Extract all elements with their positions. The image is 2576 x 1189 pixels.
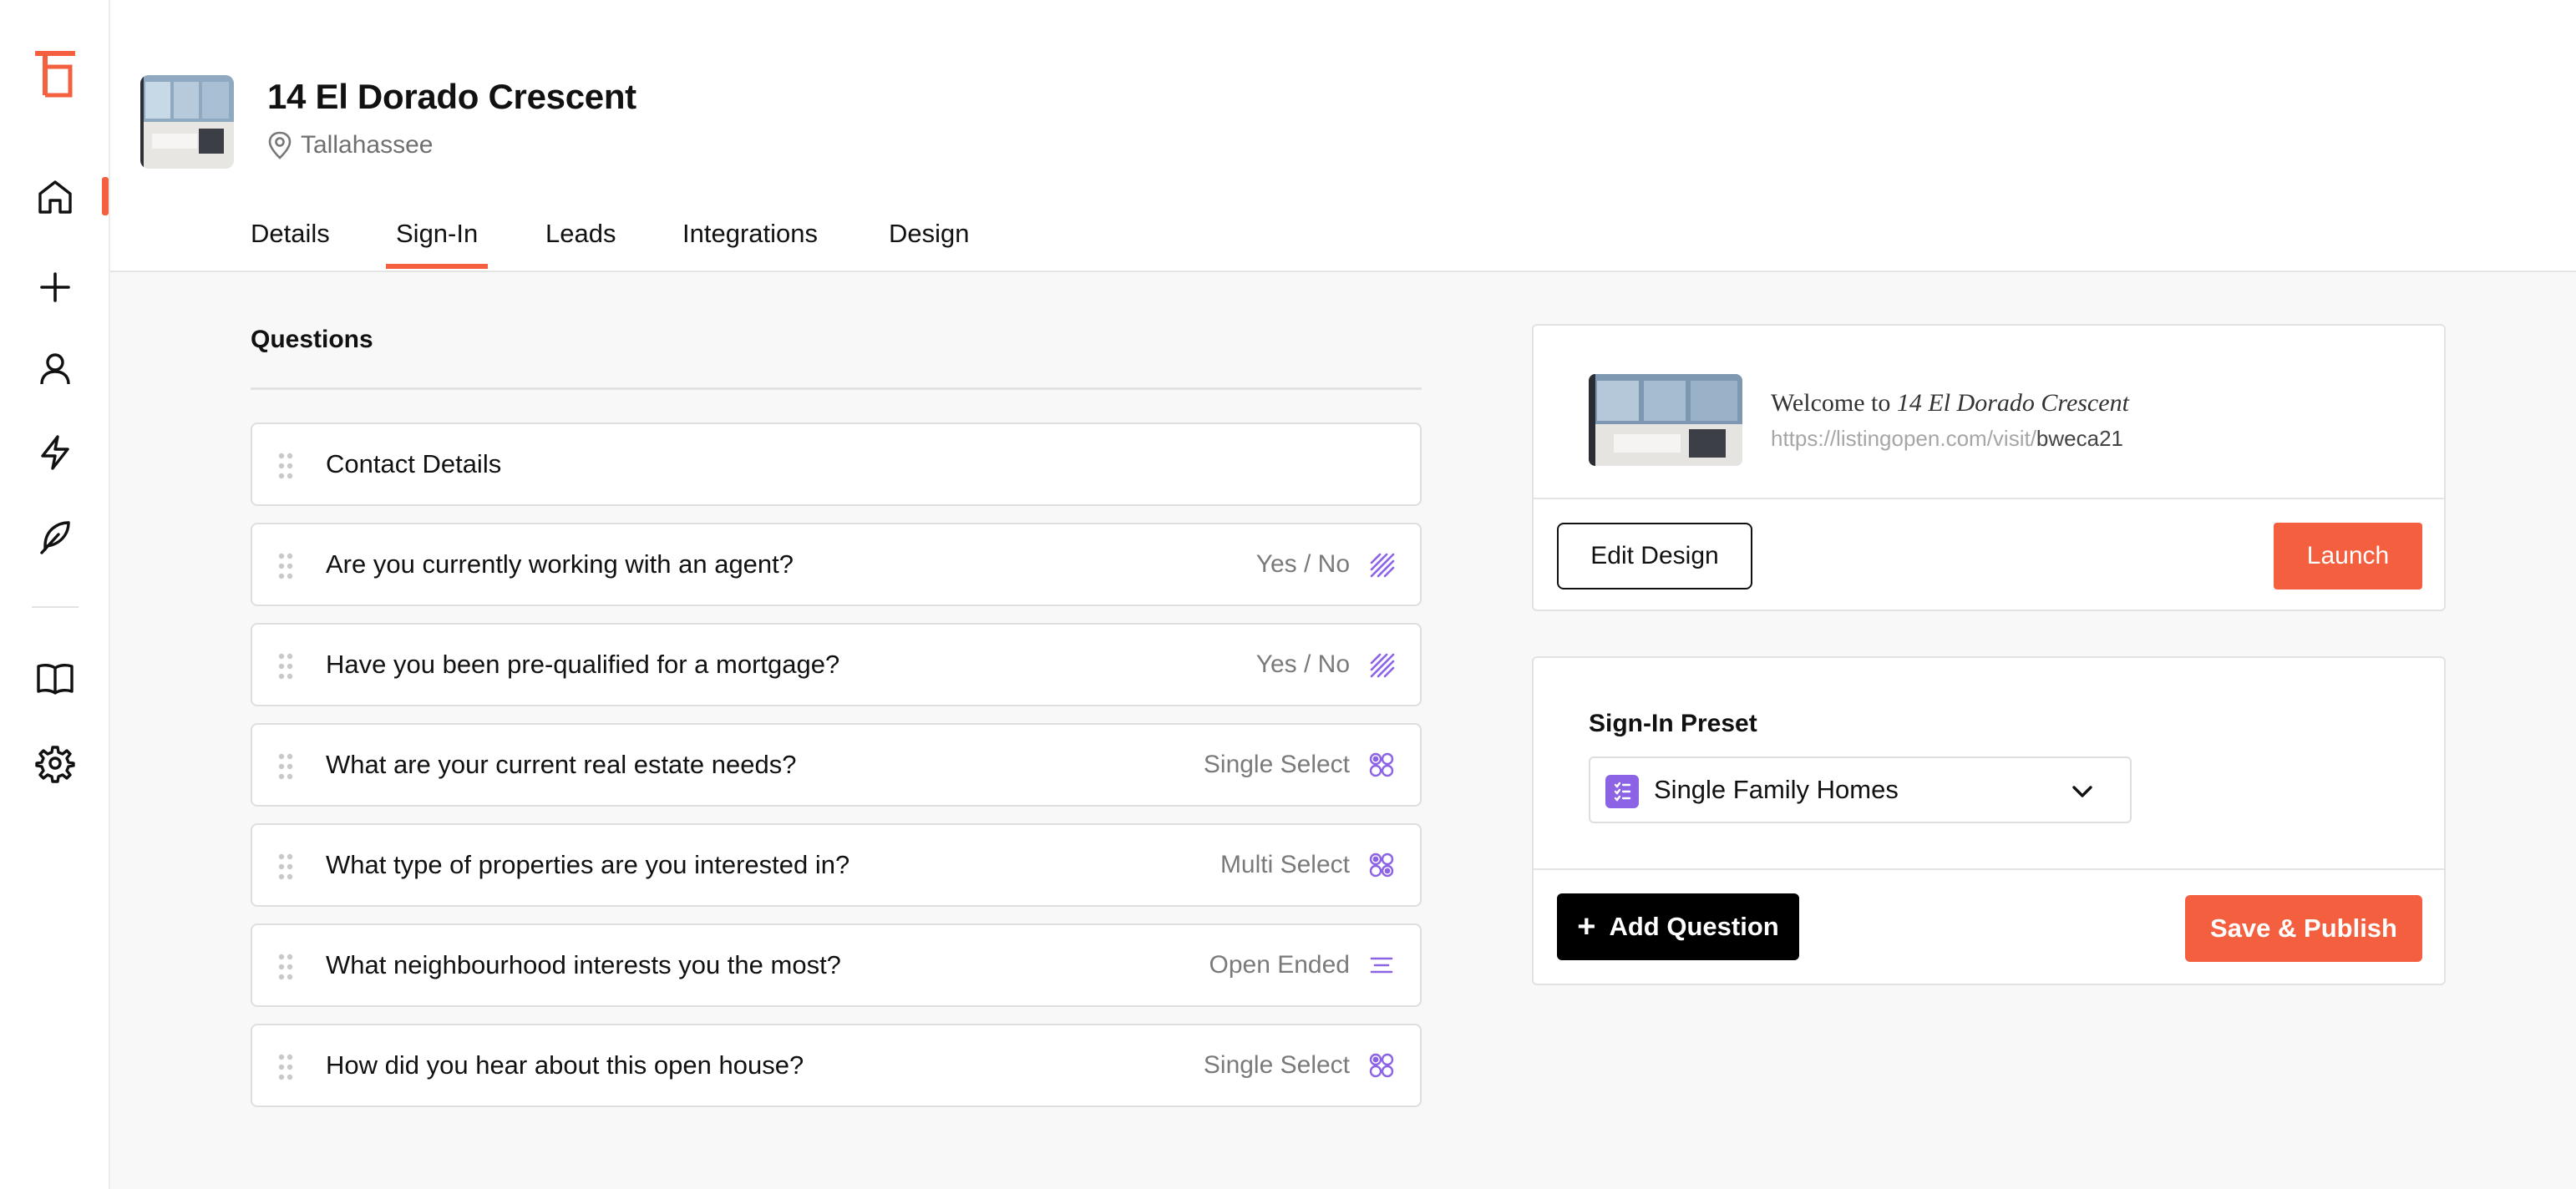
question-row[interactable]: What are your current real estate needs?… bbox=[251, 723, 1422, 807]
sign-in-preview-card: Welcome to 14 El Dorado Crescent https:/… bbox=[1532, 324, 2446, 611]
single-select-icon bbox=[1368, 1052, 1395, 1079]
card-divider bbox=[1534, 498, 2444, 499]
sidebar-divider bbox=[32, 606, 79, 608]
question-type: Single Select bbox=[1203, 751, 1350, 778]
drag-handle-icon[interactable] bbox=[277, 953, 294, 981]
preview-thumbnail bbox=[1589, 374, 1742, 466]
yes-no-icon bbox=[1368, 651, 1395, 678]
page-title: 14 El Dorado Crescent bbox=[267, 77, 636, 116]
page-header bbox=[110, 0, 2576, 272]
user-icon[interactable] bbox=[30, 344, 80, 394]
question-type: Single Select bbox=[1203, 1051, 1350, 1079]
gear-icon[interactable] bbox=[30, 738, 80, 788]
question-text: How did you hear about this open house? bbox=[326, 1050, 804, 1080]
drag-handle-icon[interactable] bbox=[277, 552, 294, 580]
preset-dropdown[interactable]: Single Family Homes bbox=[1589, 756, 2132, 823]
property-thumbnail bbox=[140, 75, 234, 169]
question-type: Multi Select bbox=[1220, 851, 1350, 878]
drag-handle-icon[interactable] bbox=[277, 1053, 294, 1081]
question-row[interactable]: Are you currently working with an agent?… bbox=[251, 523, 1422, 606]
tab-design[interactable]: Design bbox=[889, 214, 970, 249]
active-nav-indicator bbox=[102, 177, 109, 215]
map-pin-icon bbox=[268, 131, 292, 159]
question-text: What type of properties are you interest… bbox=[326, 850, 850, 879]
questions-divider bbox=[251, 387, 1422, 390]
tab-leads[interactable]: Leads bbox=[545, 214, 616, 249]
preset-selected-value: Single Family Homes bbox=[1654, 775, 1899, 804]
question-text: Have you been pre-qualified for a mortga… bbox=[326, 650, 840, 679]
question-type: Open Ended bbox=[1209, 951, 1350, 979]
question-text: What are your current real estate needs? bbox=[326, 750, 797, 779]
visit-url-base: https://listingopen.com/visit/ bbox=[1771, 426, 2036, 451]
add-question-label: Add Question bbox=[1609, 912, 1779, 941]
sign-in-preset-card: Sign-In Preset Single Family Homes + Add… bbox=[1532, 656, 2446, 985]
home-icon[interactable] bbox=[30, 172, 80, 222]
lightning-icon[interactable] bbox=[30, 428, 80, 478]
preset-label: Sign-In Preset bbox=[1589, 710, 1757, 737]
question-text: Are you currently working with an agent? bbox=[326, 549, 794, 579]
book-icon[interactable] bbox=[30, 653, 80, 703]
feather-icon[interactable] bbox=[30, 511, 80, 561]
question-type: Yes / No bbox=[1255, 550, 1350, 578]
question-row[interactable]: Contact Details bbox=[251, 422, 1422, 506]
visit-url[interactable]: https://listingopen.com/visit/bweca21 bbox=[1771, 426, 2123, 452]
drag-handle-icon[interactable] bbox=[277, 752, 294, 781]
question-row[interactable]: What neighbourhood interests you the mos… bbox=[251, 923, 1422, 1007]
tab-integrations[interactable]: Integrations bbox=[682, 214, 818, 249]
drag-handle-icon[interactable] bbox=[277, 652, 294, 681]
edit-design-button[interactable]: Edit Design bbox=[1557, 523, 1752, 589]
welcome-text: Welcome to 14 El Dorado Crescent bbox=[1771, 389, 2129, 417]
tab-sign-in[interactable]: Sign-In bbox=[385, 214, 489, 269]
question-type: Yes / No bbox=[1255, 650, 1350, 678]
question-text: What neighbourhood interests you the mos… bbox=[326, 950, 841, 979]
add-question-button[interactable]: + Add Question bbox=[1557, 893, 1799, 960]
single-select-icon bbox=[1368, 751, 1395, 778]
tab-details[interactable]: Details bbox=[251, 214, 330, 249]
open-ended-icon bbox=[1368, 952, 1395, 979]
listingopen-logo-icon[interactable] bbox=[32, 48, 79, 99]
question-text: Contact Details bbox=[326, 449, 502, 478]
sidebar bbox=[0, 0, 110, 1189]
question-row[interactable]: Have you been pre-qualified for a mortga… bbox=[251, 623, 1422, 706]
property-location: Tallahassee bbox=[266, 130, 433, 160]
plus-icon: + bbox=[1577, 908, 1596, 944]
multi-select-icon bbox=[1368, 852, 1395, 878]
card-divider bbox=[1534, 868, 2444, 870]
chevron-down-icon bbox=[2072, 786, 2092, 797]
plus-icon[interactable] bbox=[30, 262, 80, 312]
welcome-prefix: Welcome to bbox=[1771, 389, 1891, 417]
question-row[interactable]: How did you hear about this open house? S… bbox=[251, 1024, 1422, 1107]
question-row[interactable]: What type of properties are you interest… bbox=[251, 823, 1422, 907]
drag-handle-icon[interactable] bbox=[277, 452, 294, 480]
questions-heading: Questions bbox=[251, 326, 373, 353]
save-publish-button[interactable]: Save & Publish bbox=[2185, 895, 2422, 962]
list-icon bbox=[1605, 775, 1639, 808]
visit-url-slug: bweca21 bbox=[2036, 426, 2123, 451]
welcome-property-name: 14 El Dorado Crescent bbox=[1896, 389, 2129, 417]
location-text: Tallahassee bbox=[301, 131, 434, 159]
drag-handle-icon[interactable] bbox=[277, 853, 294, 881]
yes-no-icon bbox=[1368, 551, 1395, 578]
launch-button[interactable]: Launch bbox=[2274, 523, 2422, 589]
